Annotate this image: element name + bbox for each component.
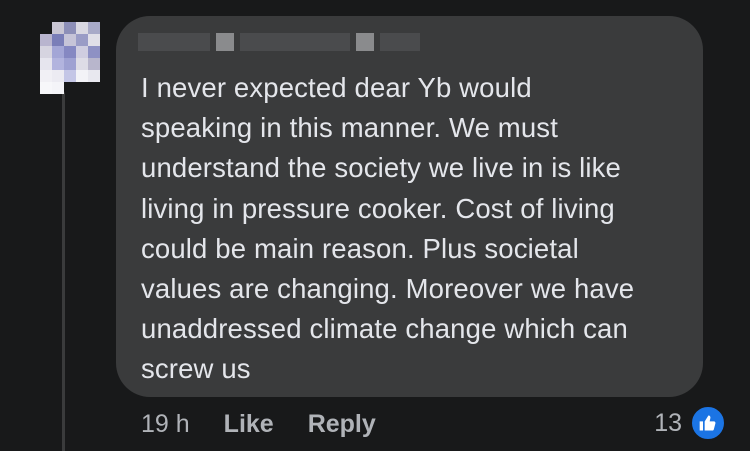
thumbs-up-icon	[690, 405, 726, 441]
comment-thread: I never expected dear Yb would speaking …	[0, 0, 750, 451]
reaction-summary[interactable]: 13	[654, 405, 726, 441]
redacted-block	[380, 33, 420, 51]
redacted-block	[240, 33, 350, 51]
author-name-redacted[interactable]	[138, 28, 420, 56]
reaction-count: 13	[654, 408, 682, 437]
reply-button[interactable]: Reply	[308, 410, 376, 439]
redacted-block	[216, 33, 234, 51]
redacted-block	[356, 33, 374, 51]
redacted-block	[138, 33, 210, 51]
thread-line	[62, 92, 65, 451]
avatar[interactable]	[40, 22, 104, 94]
comment-text: I never expected dear Yb would speaking …	[141, 72, 635, 385]
like-button[interactable]: Like	[224, 410, 274, 439]
comment-actions: 19 h Like Reply	[141, 406, 410, 442]
comment-timestamp[interactable]: 19 h	[141, 410, 190, 439]
